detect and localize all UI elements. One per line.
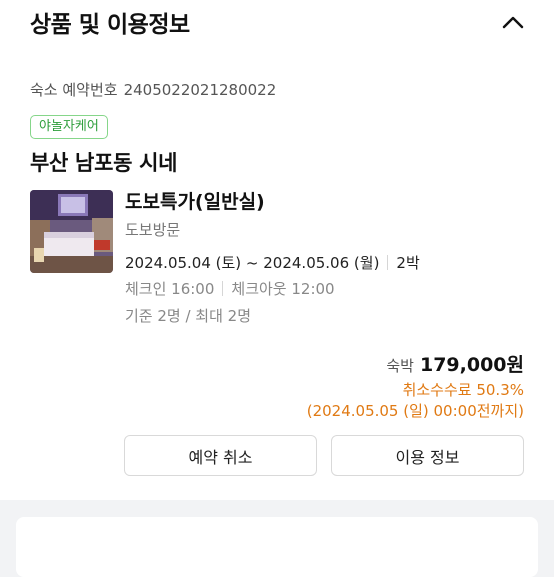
stay-dates-row: 2024.05.04 (토) ~ 2024.05.06 (월) 2박 — [125, 252, 420, 273]
room-name: 도보특가(일반실) — [125, 191, 265, 213]
room-thumbnail[interactable] — [30, 190, 113, 273]
visit-type: 도보방문 — [125, 221, 181, 239]
check-out-time: 체크아웃 12:00 — [231, 280, 335, 298]
price-amount: 179,000원 — [419, 354, 524, 376]
booking-number: 2405022021280022 — [123, 81, 277, 99]
product-info-card: 상품 및 이용정보 숙소 예약번호 2405022021280022 야놀자케어 … — [0, 0, 554, 500]
cancel-fee: 취소수수료 50.3% — [402, 381, 524, 399]
divider — [387, 255, 389, 270]
booking-number-row: 숙소 예약번호 2405022021280022 — [30, 79, 276, 100]
divider — [222, 281, 224, 296]
stay-dates: 2024.05.04 (토) ~ 2024.05.06 (월) — [125, 254, 380, 272]
booking-number-label: 숙소 예약번호 — [30, 81, 118, 99]
collapse-button[interactable] — [496, 7, 530, 37]
care-badge: 야놀자케어 — [30, 115, 108, 139]
price-label: 숙박 — [386, 357, 414, 375]
place-name: 부산 남포동 시네 — [30, 151, 178, 175]
check-in-time: 체크인 16:00 — [125, 280, 215, 298]
check-times-row: 체크인 16:00 체크아웃 12:00 — [125, 278, 335, 299]
cancel-deadline: (2024.05.05 (일) 00:00전까지) — [306, 402, 524, 420]
room-photo-image — [30, 190, 113, 273]
nights: 2박 — [396, 254, 420, 272]
chevron-up-icon — [502, 16, 524, 29]
price-row: 숙박 179,000원 — [386, 350, 524, 377]
section-title: 상품 및 이용정보 — [30, 12, 190, 38]
next-section-card — [16, 517, 538, 577]
occupancy: 기준 2명 / 최대 2명 — [125, 307, 252, 325]
cancel-reservation-button[interactable]: 예약 취소 — [124, 435, 317, 476]
usage-info-button[interactable]: 이용 정보 — [331, 435, 524, 476]
